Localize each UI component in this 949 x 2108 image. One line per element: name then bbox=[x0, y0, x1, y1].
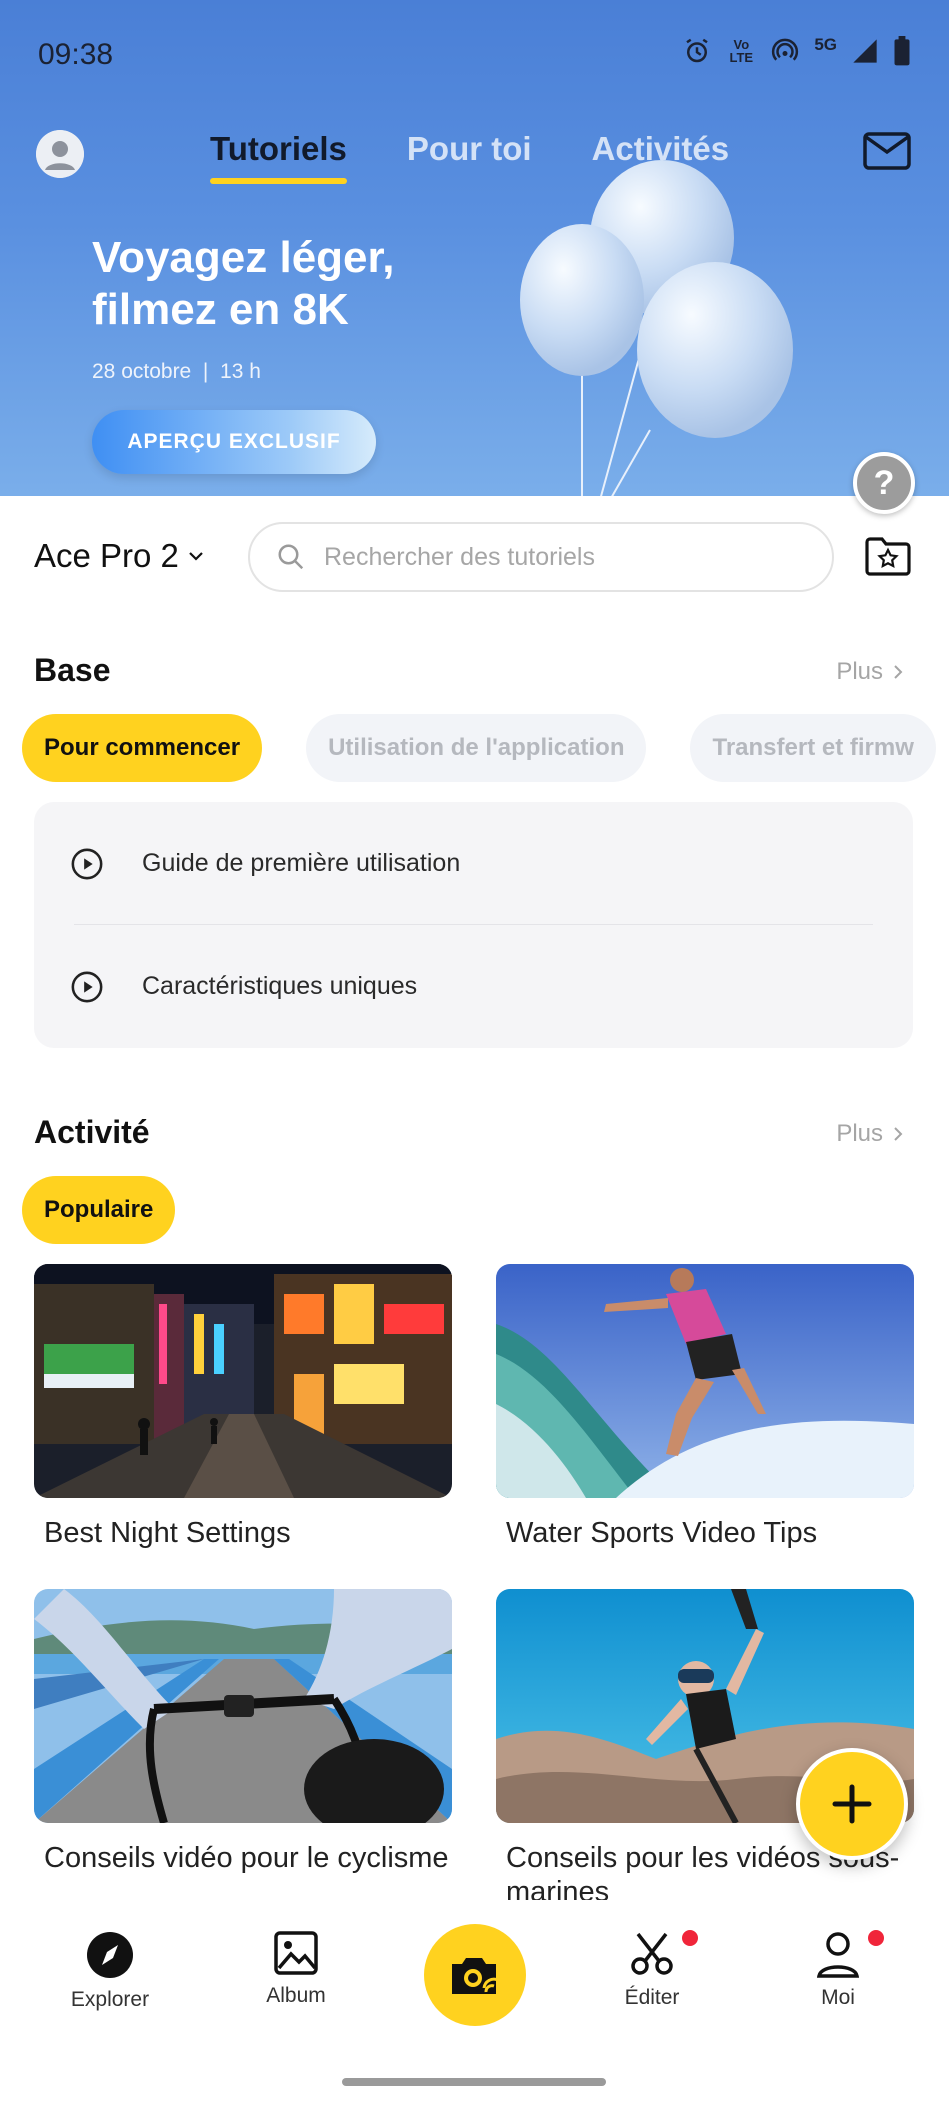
base-section-title: Base bbox=[34, 652, 111, 688]
activity-section-title: Activité bbox=[34, 1114, 150, 1150]
activity-more-link[interactable]: Plus bbox=[836, 1120, 905, 1148]
status-time: 09:38 bbox=[38, 38, 114, 71]
edit-notification-dot bbox=[682, 1930, 698, 1946]
chip-transfert-firmware[interactable]: Transfert et firmw bbox=[690, 714, 936, 782]
hero-date: 28 octobre | 13 h bbox=[92, 360, 261, 383]
search-input[interactable] bbox=[324, 542, 784, 572]
chevron-right-icon bbox=[894, 1127, 903, 1141]
play-circle-icon bbox=[71, 971, 103, 1002]
bottom-navigation: Explorer Album Éditer Moi bbox=[0, 1900, 949, 2108]
me-notification-dot bbox=[868, 1930, 884, 1946]
chevron-right-icon bbox=[894, 665, 903, 679]
hero-banner[interactable]: 09:38 Vo LTE 5G Tutoriels Pour toi Activ… bbox=[0, 0, 949, 496]
list-item-label: Caractéristiques uniques bbox=[142, 972, 418, 1000]
chevron-down-icon bbox=[189, 552, 203, 561]
nav-me-label: Moi bbox=[821, 1986, 855, 2009]
nav-album-label: Album bbox=[266, 1984, 326, 2007]
favorites-folder-icon[interactable] bbox=[865, 536, 911, 576]
search-field[interactable] bbox=[248, 522, 834, 592]
avatar[interactable] bbox=[36, 130, 84, 178]
nav-me[interactable]: Moi bbox=[768, 1930, 908, 2010]
volte-icon: Vo LTE bbox=[729, 37, 754, 65]
compass-icon bbox=[87, 1932, 133, 1978]
plus-icon bbox=[832, 1784, 872, 1824]
base-category-chips: Pour commencer Utilisation de l'applicat… bbox=[22, 714, 936, 782]
mail-icon[interactable] bbox=[863, 132, 911, 172]
hotspot-icon bbox=[772, 38, 799, 61]
battery-icon bbox=[894, 36, 910, 66]
signal-icon bbox=[853, 39, 877, 63]
tutorial-card[interactable]: Best Night Settings bbox=[34, 1264, 452, 1550]
tab-tutoriels[interactable]: Tutoriels bbox=[210, 130, 347, 184]
add-button[interactable] bbox=[796, 1748, 908, 1860]
tutorial-card[interactable]: Conseils vidéo pour le cyclisme bbox=[34, 1589, 452, 1875]
home-indicator[interactable] bbox=[342, 2078, 606, 2086]
nav-edit-label: Éditer bbox=[624, 1986, 680, 2009]
camera-button[interactable] bbox=[424, 1924, 526, 2026]
scissors-icon bbox=[631, 1932, 673, 1975]
nav-album[interactable]: Album bbox=[226, 1930, 366, 2008]
base-more-link[interactable]: Plus bbox=[836, 658, 905, 686]
list-item[interactable]: Caractéristiques uniques bbox=[34, 925, 913, 1048]
card-title: Best Night Settings bbox=[44, 1517, 291, 1549]
tutorial-card[interactable]: Water Sports Video Tips bbox=[496, 1264, 914, 1550]
camera-wifi-icon bbox=[452, 1958, 499, 1994]
search-icon bbox=[278, 544, 304, 570]
list-item-label: Guide de première utilisation bbox=[142, 849, 461, 877]
activity-more-label: Plus bbox=[836, 1120, 883, 1147]
status-icons: Vo LTE 5G bbox=[682, 35, 911, 66]
chip-utilisation-application[interactable]: Utilisation de l'application bbox=[306, 714, 647, 782]
nav-explorer[interactable]: Explorer bbox=[40, 1930, 180, 2012]
night-city-thumbnail bbox=[34, 1264, 452, 1498]
nav-edit[interactable]: Éditer bbox=[582, 1930, 722, 2010]
balloons-illustration bbox=[520, 160, 793, 496]
card-title: Water Sports Video Tips bbox=[506, 1517, 818, 1549]
device-selector[interactable]: Ace Pro 2 bbox=[34, 537, 205, 575]
base-more-label: Plus bbox=[836, 658, 883, 685]
alarm-icon bbox=[686, 38, 709, 63]
help-button[interactable]: ? bbox=[853, 452, 915, 514]
person-icon bbox=[816, 1932, 860, 1978]
nav-explorer-label: Explorer bbox=[70, 1988, 150, 2011]
exclusive-preview-button[interactable]: APERÇU EXCLUSIF bbox=[92, 410, 376, 474]
chip-pour-commencer[interactable]: Pour commencer bbox=[22, 714, 263, 782]
play-circle-icon bbox=[71, 848, 103, 879]
base-tutorial-list: Guide de première utilisation Caractéris… bbox=[34, 802, 913, 1048]
device-name: Ace Pro 2 bbox=[34, 537, 179, 574]
hero-title: Voyagez léger, filmez en 8K bbox=[92, 233, 395, 334]
cycling-thumbnail bbox=[34, 1589, 452, 1823]
surfing-thumbnail bbox=[496, 1264, 914, 1498]
chip-populaire[interactable]: Populaire bbox=[22, 1176, 176, 1244]
network-label: 5G bbox=[814, 35, 837, 54]
image-icon bbox=[274, 1931, 318, 1975]
list-item[interactable]: Guide de première utilisation bbox=[34, 802, 913, 925]
card-title: Conseils vidéo pour le cyclisme bbox=[44, 1842, 449, 1874]
